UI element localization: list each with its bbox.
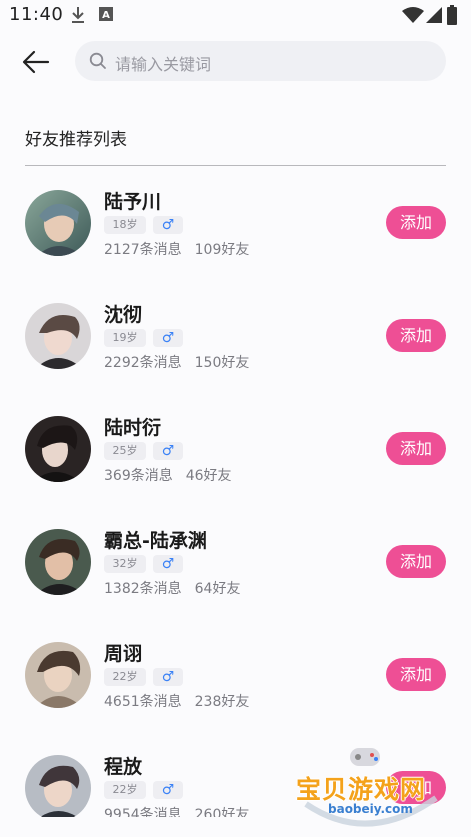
- age-badge: 25岁: [104, 442, 146, 460]
- status-bar: 11:40 A: [0, 0, 471, 32]
- male-icon: ♂: [153, 555, 183, 573]
- svg-text:A: A: [102, 10, 110, 21]
- friend-row[interactable]: 陆予川 18岁 ♂ 2127条消息 109好友 添加: [0, 166, 471, 279]
- male-icon: ♂: [153, 216, 183, 234]
- message-count: 369条消息: [104, 468, 173, 484]
- age-badge: 32岁: [104, 555, 146, 573]
- avatar[interactable]: [25, 642, 91, 708]
- friend-count: 150好友: [194, 355, 250, 371]
- download-icon: [72, 7, 84, 23]
- age-badge: 22岁: [104, 781, 146, 799]
- friend-name: 周诩: [104, 643, 143, 665]
- age-badge: 18岁: [104, 216, 146, 234]
- avatar[interactable]: [25, 190, 91, 256]
- friend-row[interactable]: 霸总-陆承渊 32岁 ♂ 1382条消息 64好友 添加: [0, 505, 471, 618]
- friend-row[interactable]: 周诩 22岁 ♂ 4651条消息 238好友 添加: [0, 618, 471, 731]
- friend-stats: 4651条消息 238好友: [104, 691, 249, 711]
- age-badge: 19岁: [104, 329, 146, 347]
- search-icon: [89, 52, 106, 69]
- male-icon: ♂: [153, 668, 183, 686]
- message-count: 2127条消息: [104, 242, 182, 258]
- friend-row[interactable]: 陆时衍 25岁 ♂ 369条消息 46好友 添加: [0, 392, 471, 505]
- male-icon: ♂: [153, 329, 183, 347]
- message-count: 1382条消息: [104, 581, 182, 597]
- status-time: 11:40: [9, 4, 64, 25]
- message-count: 2292条消息: [104, 355, 182, 371]
- a-box-icon: A: [99, 7, 113, 21]
- add-friend-button[interactable]: 添加: [386, 319, 446, 352]
- friend-name: 霸总-陆承渊: [104, 530, 207, 552]
- friend-name: 陆时衍: [104, 417, 162, 439]
- watermark-domain: baobeiy.com: [328, 802, 413, 816]
- avatar[interactable]: [25, 755, 91, 817]
- friend-count: 109好友: [194, 242, 250, 258]
- friend-list[interactable]: 陆予川 18岁 ♂ 2127条消息 109好友 添加 沈彻 19岁 ♂ 2292条…: [0, 166, 471, 817]
- friend-count: 260好友: [194, 807, 250, 817]
- friend-count: 46好友: [185, 468, 232, 484]
- friend-stats: 2292条消息 150好友: [104, 352, 249, 372]
- message-count: 9954条消息: [104, 807, 182, 817]
- battery-icon: [447, 5, 457, 25]
- friend-stats: 1382条消息 64好友: [104, 578, 240, 598]
- friend-count: 64好友: [194, 581, 241, 597]
- watermark-title: 宝贝游戏网: [296, 775, 427, 804]
- add-friend-button[interactable]: 添加: [386, 545, 446, 578]
- friend-stats: 369条消息 46好友: [104, 465, 232, 485]
- male-icon: ♂: [153, 442, 183, 460]
- friend-stats: 2127条消息 109好友: [104, 239, 249, 259]
- avatar[interactable]: [25, 529, 91, 595]
- message-count: 4651条消息: [104, 694, 182, 710]
- friend-count: 238好友: [194, 694, 250, 710]
- friend-stats: 9954条消息 260好友: [104, 804, 249, 817]
- age-badge: 22岁: [104, 668, 146, 686]
- add-friend-button[interactable]: 添加: [386, 432, 446, 465]
- friend-name: 程放: [104, 756, 143, 778]
- wifi-icon: [402, 7, 424, 23]
- back-arrow-icon: [22, 50, 50, 74]
- friend-name: 陆予川: [104, 191, 162, 213]
- back-button[interactable]: [18, 44, 54, 80]
- search-placeholder: 请输入关键词: [115, 55, 212, 74]
- add-friend-button[interactable]: 添加: [386, 658, 446, 691]
- section-title: 好友推荐列表: [25, 130, 127, 150]
- avatar[interactable]: [25, 303, 91, 369]
- friend-row[interactable]: 沈彻 19岁 ♂ 2292条消息 150好友 添加: [0, 279, 471, 392]
- search-input[interactable]: 请输入关键词: [75, 41, 446, 81]
- add-friend-button[interactable]: 添加: [386, 206, 446, 239]
- watermark-logo: 宝贝游戏网 baobeiy.com: [288, 742, 448, 832]
- male-icon: ♂: [153, 781, 183, 799]
- avatar[interactable]: [25, 416, 91, 482]
- signal-icon: [426, 7, 442, 23]
- friend-name: 沈彻: [104, 304, 143, 326]
